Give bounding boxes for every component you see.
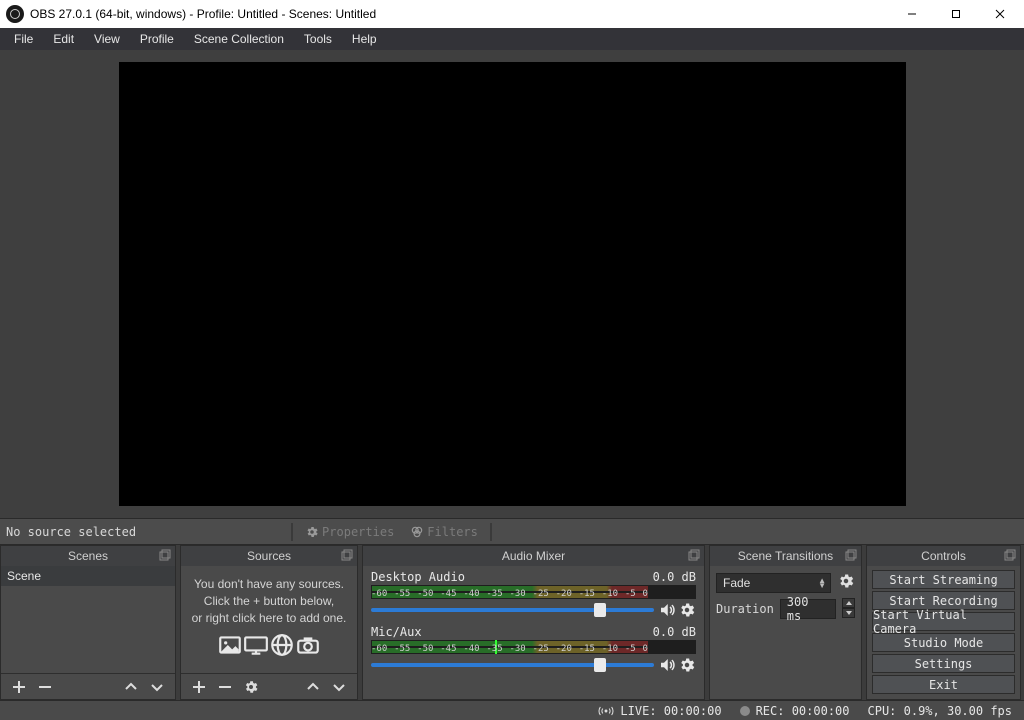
audio-meter: -60-55-50-45-40-35-30-25-20-15-10-50 <box>371 640 696 654</box>
add-source-button[interactable] <box>189 677 209 697</box>
menu-tools[interactable]: Tools <box>294 29 342 49</box>
popout-icon[interactable] <box>159 549 171 561</box>
sources-dock: Sources You don't have any sources. Clic… <box>180 545 358 700</box>
menu-help[interactable]: Help <box>342 29 387 49</box>
broadcast-icon <box>598 705 614 717</box>
volume-slider[interactable] <box>371 663 654 667</box>
transition-properties-button[interactable] <box>837 572 855 593</box>
mixer-body: Desktop Audio 0.0 dB -60-55-50-45-40-35-… <box>363 566 704 699</box>
mixer-header[interactable]: Audio Mixer <box>363 546 704 566</box>
remove-scene-button[interactable] <box>35 677 55 697</box>
minimize-button[interactable] <box>890 0 934 28</box>
popout-icon[interactable] <box>845 549 857 561</box>
move-source-down-button[interactable] <box>329 677 349 697</box>
sources-empty-line: or right click here to add one. <box>189 610 349 627</box>
audio-mixer-dock: Audio Mixer Desktop Audio 0.0 dB -60-55-… <box>362 545 705 700</box>
audio-channel-desktop: Desktop Audio 0.0 dB -60-55-50-45-40-35-… <box>371 570 696 619</box>
filters-icon <box>410 525 424 539</box>
display-source-icon <box>243 632 269 658</box>
start-virtual-camera-button[interactable]: Start Virtual Camera <box>872 612 1015 631</box>
no-source-message: No source selected <box>6 525 136 539</box>
source-context-toolbar: No source selected Properties Filters <box>0 518 1024 545</box>
controls-dock: Controls Start Streaming Start Recording… <box>866 545 1021 700</box>
gear-icon <box>305 525 319 539</box>
menu-view[interactable]: View <box>84 29 130 49</box>
status-live: LIVE: 00:00:00 <box>598 704 721 718</box>
speaker-icon[interactable] <box>658 601 676 619</box>
channel-name: Mic/Aux <box>371 625 422 639</box>
channel-db: 0.0 dB <box>653 625 696 639</box>
gear-icon[interactable] <box>678 601 696 619</box>
obs-app-icon <box>6 5 24 23</box>
status-cpu: CPU: 0.9%, 30.00 fps <box>868 704 1013 718</box>
settings-button[interactable]: Settings <box>872 654 1015 673</box>
duration-down-button[interactable] <box>842 608 855 618</box>
remove-source-button[interactable] <box>215 677 235 697</box>
popout-icon[interactable] <box>1004 549 1016 561</box>
rec-dot-icon <box>740 706 750 716</box>
scenes-dock: Scenes Scene <box>0 545 176 700</box>
speaker-icon[interactable] <box>658 656 676 674</box>
globe-source-icon <box>269 632 295 658</box>
controls-header[interactable]: Controls <box>867 546 1020 566</box>
duration-up-button[interactable] <box>842 598 855 608</box>
image-source-icon <box>217 632 243 658</box>
scenes-list[interactable]: Scene <box>1 566 175 673</box>
preview-area[interactable] <box>0 50 1024 518</box>
scenes-header[interactable]: Scenes <box>1 546 175 566</box>
filters-button[interactable]: Filters <box>404 523 484 541</box>
transitions-dock: Scene Transitions Fade ▲▼ Duration 300 m… <box>709 545 862 700</box>
move-source-up-button[interactable] <box>303 677 323 697</box>
gear-icon[interactable] <box>678 656 696 674</box>
exit-button[interactable]: Exit <box>872 675 1015 694</box>
move-scene-up-button[interactable] <box>121 677 141 697</box>
duration-spinbox[interactable]: 300 ms <box>780 599 836 619</box>
popout-icon[interactable] <box>341 549 353 561</box>
preview-canvas <box>119 62 906 506</box>
close-button[interactable] <box>978 0 1022 28</box>
sources-list[interactable]: You don't have any sources. Click the + … <box>181 566 357 673</box>
window-title: OBS 27.0.1 (64-bit, windows) - Profile: … <box>30 7 376 21</box>
sources-empty-line: Click the + button below, <box>189 593 349 610</box>
main-menubar: File Edit View Profile Scene Collection … <box>0 28 1024 50</box>
chevron-updown-icon: ▲▼ <box>818 578 826 588</box>
studio-mode-button[interactable]: Studio Mode <box>872 633 1015 652</box>
menu-file[interactable]: File <box>4 29 43 49</box>
channel-name: Desktop Audio <box>371 570 465 584</box>
popout-icon[interactable] <box>688 549 700 561</box>
window-titlebar: OBS 27.0.1 (64-bit, windows) - Profile: … <box>0 0 1024 28</box>
camera-source-icon <box>295 632 321 658</box>
menu-edit[interactable]: Edit <box>43 29 84 49</box>
sources-header[interactable]: Sources <box>181 546 357 566</box>
maximize-button[interactable] <box>934 0 978 28</box>
menu-scene-collection[interactable]: Scene Collection <box>184 29 294 49</box>
source-properties-button[interactable] <box>241 677 261 697</box>
audio-channel-mic: Mic/Aux 0.0 dB -60-55-50-45-40-35-30-25-… <box>371 625 696 674</box>
status-rec: REC: 00:00:00 <box>740 704 850 718</box>
channel-db: 0.0 dB <box>653 570 696 584</box>
add-scene-button[interactable] <box>9 677 29 697</box>
status-bar: LIVE: 00:00:00 REC: 00:00:00 CPU: 0.9%, … <box>0 700 1024 720</box>
sources-empty-line: You don't have any sources. <box>189 576 349 593</box>
transitions-header[interactable]: Scene Transitions <box>710 546 861 566</box>
duration-label: Duration <box>716 602 774 616</box>
start-streaming-button[interactable]: Start Streaming <box>872 570 1015 589</box>
transition-select[interactable]: Fade ▲▼ <box>716 573 831 593</box>
scene-item[interactable]: Scene <box>1 566 175 586</box>
volume-slider[interactable] <box>371 608 654 612</box>
audio-meter: -60-55-50-45-40-35-30-25-20-15-10-50 <box>371 585 696 599</box>
properties-button[interactable]: Properties <box>299 523 400 541</box>
menu-profile[interactable]: Profile <box>130 29 184 49</box>
move-scene-down-button[interactable] <box>147 677 167 697</box>
